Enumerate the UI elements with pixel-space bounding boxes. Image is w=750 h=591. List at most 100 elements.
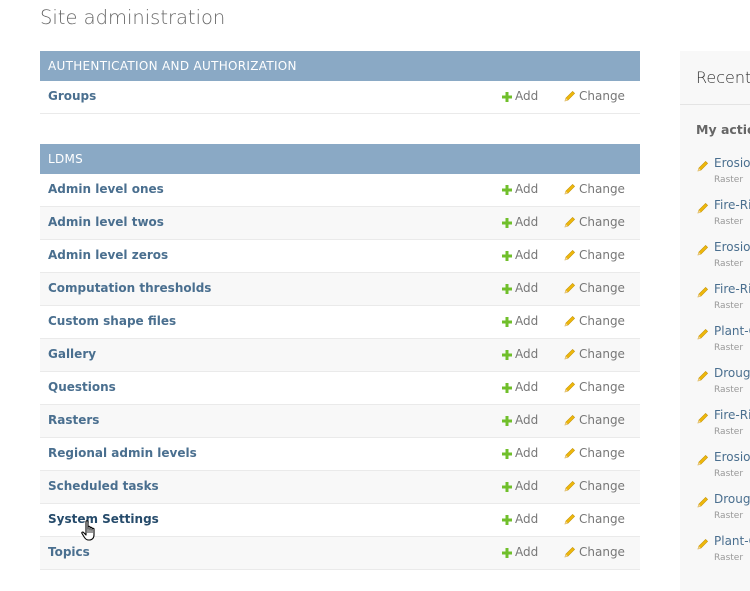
change-link[interactable]: Change [564,545,625,561]
pencil-icon [564,183,576,198]
model-link[interactable]: Computation thresholds [48,281,211,295]
table-row: Scheduled tasks Add Change [40,471,640,504]
add-link[interactable]: Add [502,281,538,297]
table-row: Topics Add Change [40,537,640,570]
add-label: Add [515,281,539,295]
change-link[interactable]: Change [564,479,625,495]
model-link[interactable]: Topics [48,545,90,559]
model-link[interactable]: Admin level twos [48,215,164,229]
recent-action-link[interactable]: Fire-Ri [714,408,750,422]
add-link[interactable]: Add [502,248,538,264]
pencil-icon [564,513,576,528]
change-label: Change [579,446,625,460]
add-link[interactable]: Add [502,446,538,462]
add-link[interactable]: Add [502,182,538,198]
change-label: Change [579,380,625,394]
plus-icon [502,283,512,297]
recent-action-link[interactable]: Plant-C [714,534,750,548]
pencil-icon [564,381,576,396]
recent-action-link[interactable]: Droug [714,492,750,506]
add-link[interactable]: Add [502,89,538,105]
add-link[interactable]: Add [502,215,538,231]
model-link[interactable]: System Settings [48,512,159,526]
change-link[interactable]: Change [564,413,625,429]
model-link[interactable]: Admin level ones [48,182,164,196]
add-link[interactable]: Add [502,413,538,429]
hand-cursor-icon [81,520,95,541]
add-link[interactable]: Add [502,347,538,363]
change-link[interactable]: Change [564,512,625,528]
add-link[interactable]: Add [502,545,538,561]
recent-action-link[interactable]: Fire-Ri [714,282,750,296]
change-link[interactable]: Change [564,182,625,198]
table-row: Rasters Add Change [40,405,640,438]
plus-icon [502,184,512,198]
model-link[interactable]: Gallery [48,347,96,361]
module-header-auth[interactable]: Authentication and Authorization [40,51,640,81]
recent-action-link[interactable]: Plant-C [714,324,750,338]
pencil-icon [697,283,709,302]
model-link[interactable]: Questions [48,380,116,394]
model-link[interactable]: Custom shape files [48,314,176,328]
change-label: Change [579,89,625,103]
add-link[interactable]: Add [502,479,538,495]
add-label: Add [515,446,539,460]
change-link[interactable]: Change [564,248,625,264]
change-label: Change [579,281,625,295]
pencil-icon [564,90,576,105]
change-link[interactable]: Change [564,281,625,297]
model-link-groups[interactable]: Groups [48,89,96,103]
add-label: Add [515,215,539,229]
add-link[interactable]: Add [502,512,538,528]
change-link[interactable]: Change [564,314,625,330]
model-link[interactable]: Regional admin levels [48,446,197,460]
recent-action-link[interactable]: Fire-Ri [714,198,750,212]
module-ldms: LDMS Admin level ones Add Change Admin leve… [40,144,640,570]
pencil-icon [564,480,576,495]
recent-action-link[interactable]: Erosio [714,240,750,254]
add-link[interactable]: Add [502,380,538,396]
model-link[interactable]: Scheduled tasks [48,479,159,493]
add-label: Add [515,413,539,427]
add-label: Add [515,314,539,328]
recent-action-item: Erosio Raster [696,239,750,279]
table-row: Questions Add Change [40,372,640,405]
recent-action-type: Raster [714,469,744,479]
change-label: Change [579,512,625,526]
pencil-icon [564,249,576,264]
add-label: Add [515,182,539,196]
plus-icon [502,217,512,231]
model-link[interactable]: Admin level zeros [48,248,168,262]
my-actions-heading: My actio [696,122,750,137]
change-link[interactable]: Change [564,380,625,396]
recent-action-link[interactable]: Erosio [714,450,750,464]
add-label: Add [515,347,539,361]
pencil-icon [697,241,709,260]
change-link[interactable]: Change [564,89,625,105]
model-link[interactable]: Rasters [48,413,99,427]
pencil-icon [697,493,709,512]
table-row: Admin level zeros Add Change [40,240,640,273]
change-link[interactable]: Change [564,446,625,462]
add-label: Add [515,248,539,262]
add-link[interactable]: Add [502,314,538,330]
recent-action-type: Raster [714,553,744,563]
recent-action-type: Raster [714,217,744,227]
module-header-ldms[interactable]: LDMS [40,144,640,174]
change-link[interactable]: Change [564,215,625,231]
change-link[interactable]: Change [564,347,625,363]
recent-action-link[interactable]: Droug [714,366,750,380]
change-label: Change [579,248,625,262]
recent-actions-title: Recent [696,68,750,87]
page-title: Site administration [40,6,226,29]
table-row: Groups Add Change [40,81,640,114]
table-row: Custom shape files Add Change [40,306,640,339]
add-label: Add [515,512,539,526]
pencil-icon [564,315,576,330]
recent-action-link[interactable]: Erosio [714,156,750,170]
plus-icon [502,415,512,429]
recent-action-item: Fire-Ri Raster [696,281,750,321]
plus-icon [502,91,512,105]
divider [680,104,750,105]
recent-action-item: Plant-C Raster [696,533,750,573]
